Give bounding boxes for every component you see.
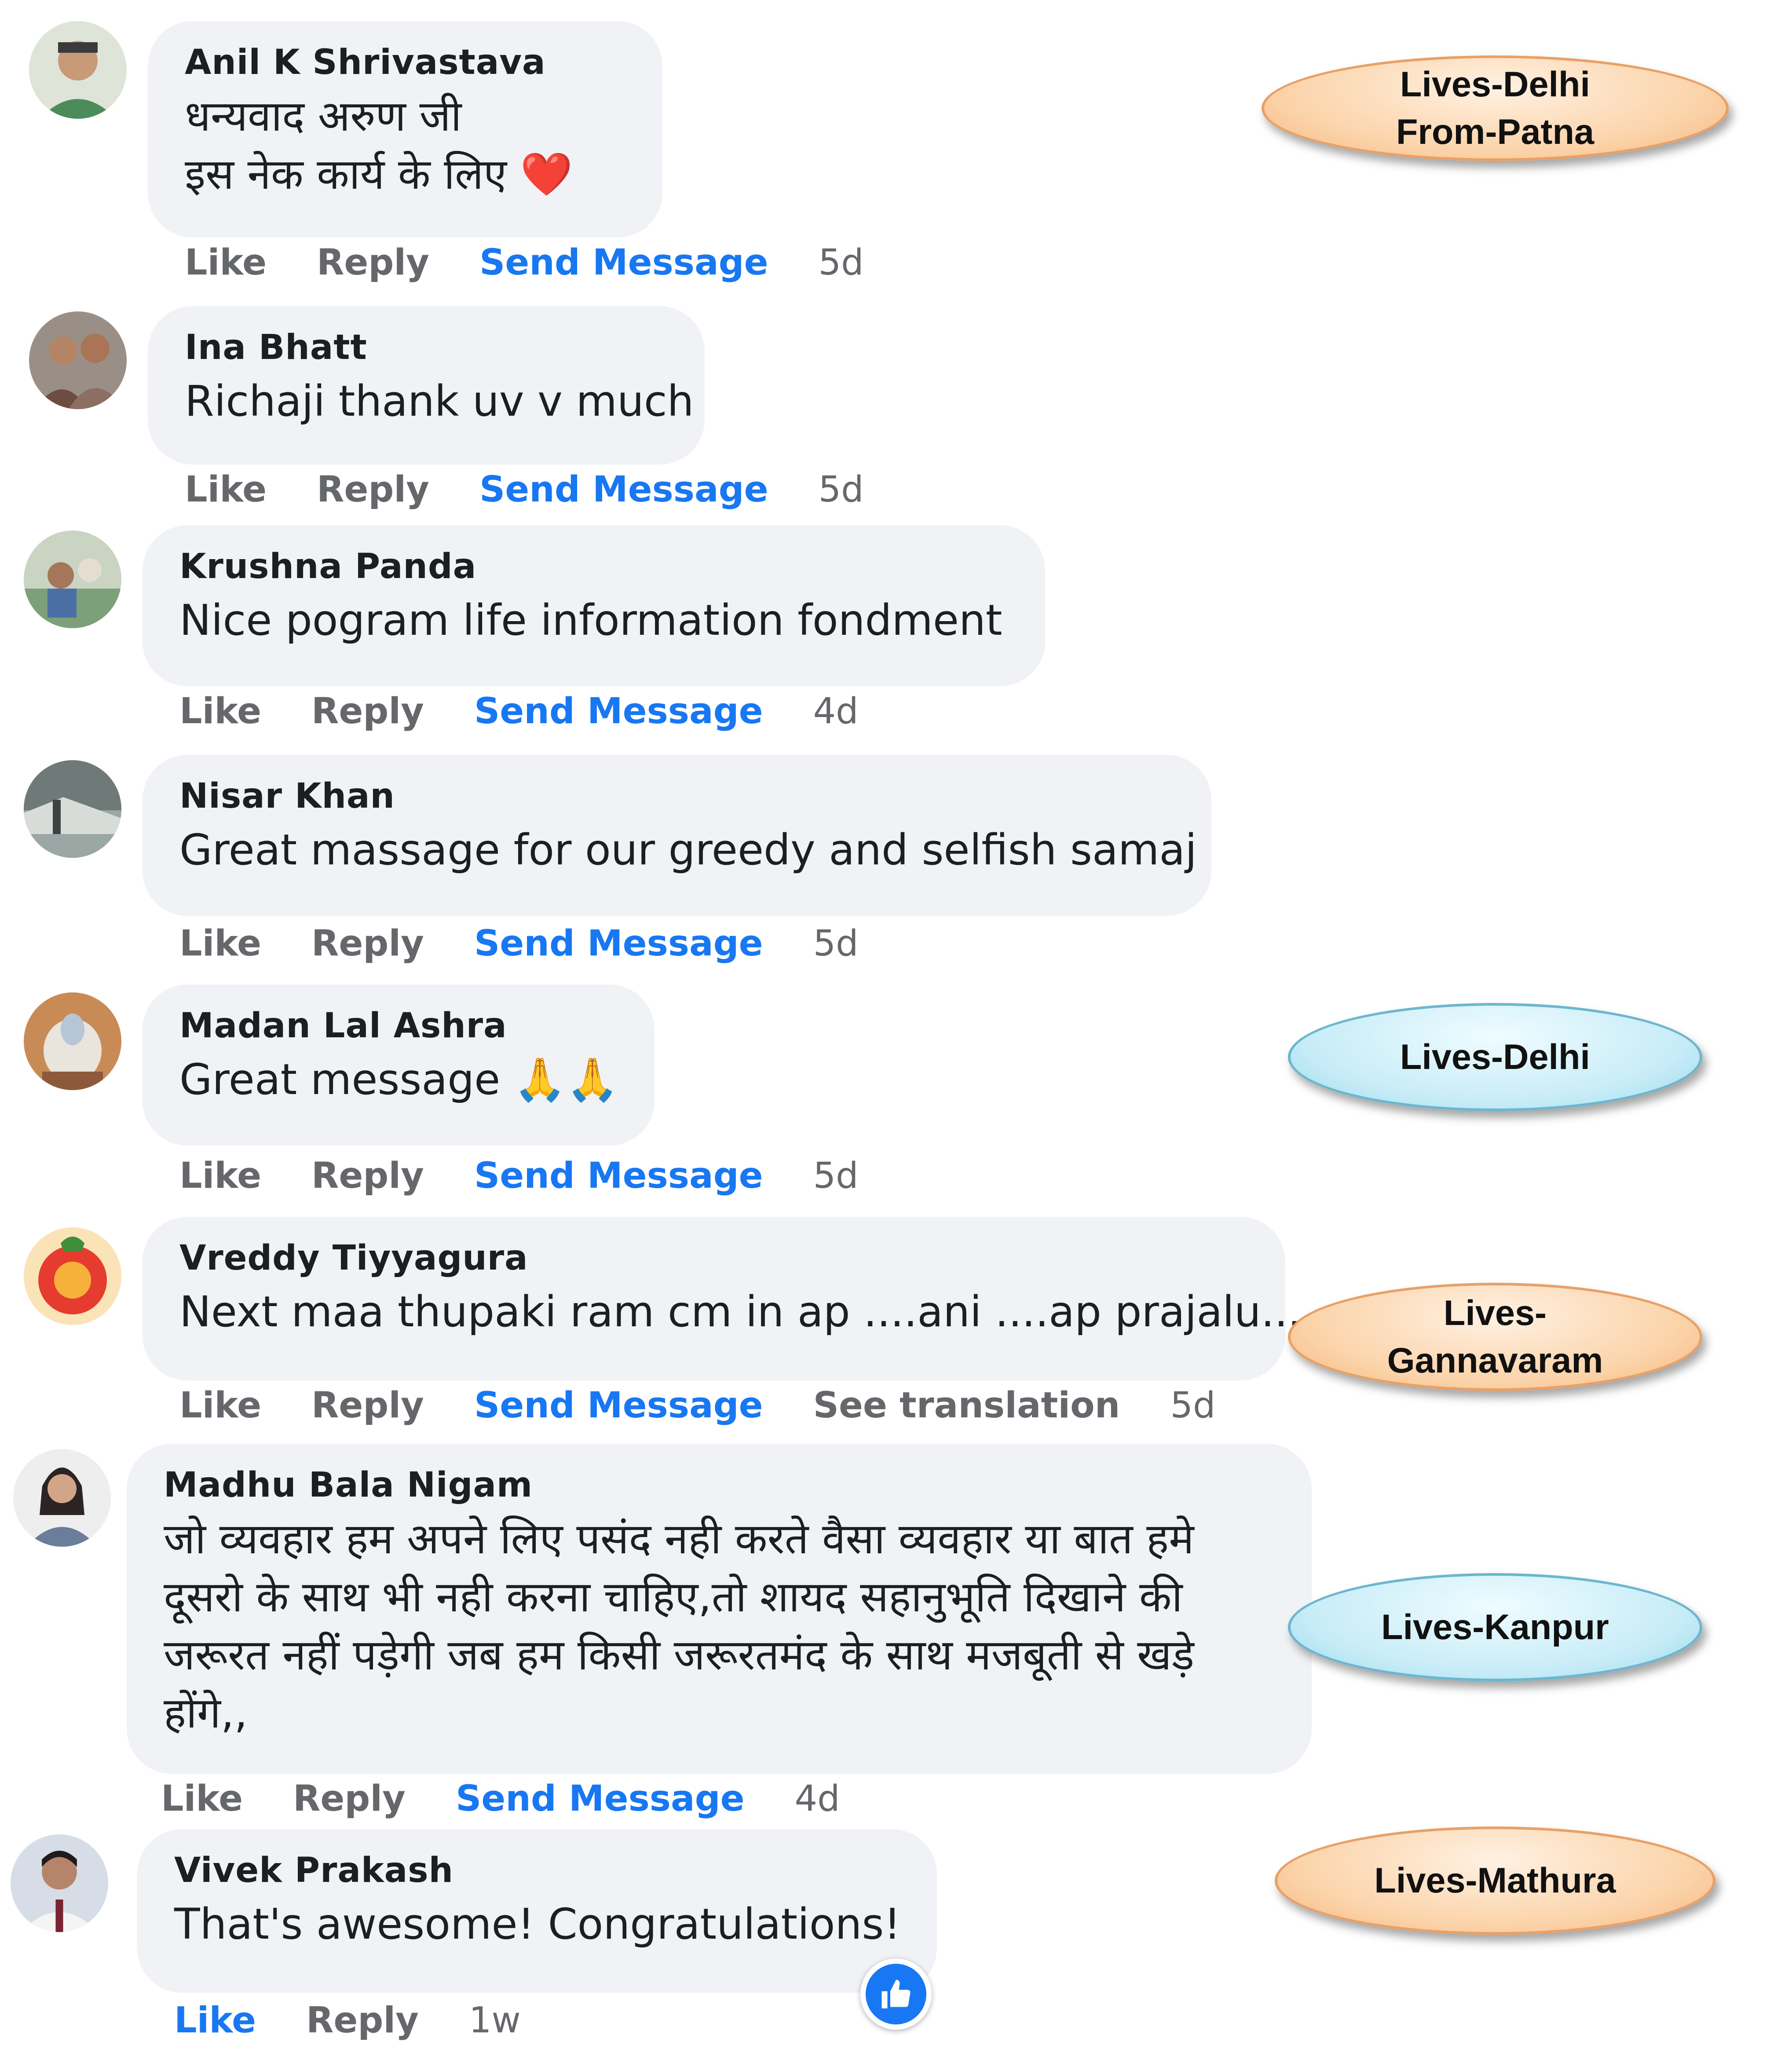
comment-bubble: Krushna Panda Nice pogram life informati…: [143, 525, 1045, 686]
reply-button[interactable]: Reply: [317, 243, 429, 284]
comment-author[interactable]: Ina Bhatt: [185, 325, 668, 372]
annotation-line: Lives-Delhi: [1400, 1037, 1591, 1077]
annotation-location-2: Lives-Delhi: [1288, 1003, 1702, 1111]
comment-bubble: Anil K Shrivastava धन्यवाद अरुण जी इस ने…: [148, 21, 662, 238]
comment-timestamp[interactable]: 5d: [819, 470, 864, 511]
comment-actions: Like Reply Send Message 4d: [179, 692, 859, 732]
annotation-location-1: Lives-Delhi From-Patna: [1262, 55, 1729, 161]
comment-author[interactable]: Vivek Prakash: [174, 1848, 900, 1895]
comment-author[interactable]: Madan Lal Ashra: [179, 1003, 618, 1050]
send-message-button[interactable]: Send Message: [474, 1156, 763, 1197]
avatar[interactable]: [24, 1227, 121, 1325]
annotation-line: Gannavaram: [1387, 1341, 1603, 1380]
comment-actions: Like Reply Send Message 5d: [185, 470, 864, 511]
comment-bubble: Madan Lal Ashra Great message 🙏🙏: [143, 985, 655, 1146]
comment-author[interactable]: Anil K Shrivastava: [185, 40, 625, 87]
reply-button[interactable]: Reply: [311, 692, 424, 732]
reply-button[interactable]: Reply: [311, 1386, 424, 1427]
like-button[interactable]: Like: [174, 2001, 256, 2042]
comment-text-line: Great message 🙏🙏: [179, 1054, 619, 1105]
comment-actions: Like Reply Send Message 5d: [179, 1156, 859, 1197]
annotation-line: Lives-Mathura: [1374, 1861, 1616, 1900]
avatar[interactable]: [29, 311, 127, 409]
comment-author[interactable]: Madhu Bala Nigam: [164, 1462, 1275, 1510]
reply-button[interactable]: Reply: [311, 924, 424, 965]
comment-text-line: इस नेक कार्य के लिए ❤️: [185, 149, 573, 199]
comment-text-line: Richaji thank uv v much: [185, 376, 694, 426]
avatar[interactable]: [13, 1449, 111, 1547]
annotation-line: Lives-Delhi: [1400, 65, 1591, 104]
annotation-location-5: Lives-Mathura: [1275, 1826, 1715, 1935]
avatar[interactable]: [11, 1834, 108, 1932]
comment-author[interactable]: Krushna Panda: [179, 544, 1008, 591]
like-button[interactable]: Like: [179, 1386, 261, 1427]
send-message-button[interactable]: Send Message: [456, 1779, 745, 1820]
annotation-line: From-Patna: [1396, 112, 1595, 152]
annotation-location-3: Lives- Gannavaram: [1288, 1283, 1702, 1391]
reply-button[interactable]: Reply: [311, 1156, 424, 1197]
like-button[interactable]: Like: [179, 692, 261, 732]
avatar[interactable]: [29, 21, 127, 119]
comment-bubble: Vreddy Tiyyagura Next maa thupaki ram cm…: [143, 1217, 1302, 1380]
comment-actions: Like Reply Send Message 4d: [161, 1779, 840, 1820]
see-translation-button[interactable]: See translation: [813, 1386, 1120, 1427]
like-button[interactable]: Like: [179, 1156, 261, 1197]
comment-timestamp[interactable]: 5d: [1170, 1386, 1215, 1427]
comment-timestamp[interactable]: 1w: [469, 2001, 521, 2042]
annotation-location-4: Lives-Kanpur: [1288, 1573, 1702, 1681]
comment-bubble: Madhu Bala Nigam जो व्यवहार हम अपने लिए …: [127, 1444, 1312, 1774]
comment-text-line: That's awesome! Congratulations!: [174, 1899, 901, 1949]
send-message-button[interactable]: Send Message: [474, 924, 763, 965]
comment-author[interactable]: Vreddy Tiyyagura: [179, 1235, 1248, 1283]
comment-bubble: Vivek Prakash That's awesome! Congratula…: [137, 1829, 937, 1993]
comment-timestamp[interactable]: 5d: [813, 1156, 859, 1197]
comment-actions: Like Reply Send Message 5d: [179, 924, 859, 965]
thumbs-up-icon: [881, 1980, 911, 2009]
comment-timestamp[interactable]: 5d: [813, 924, 859, 965]
avatar[interactable]: [24, 531, 121, 628]
comment-bubble: Nisar Khan Great massage for our greedy …: [143, 755, 1211, 916]
comment-timestamp[interactable]: 4d: [795, 1779, 840, 1820]
comment-text-line: धन्यवाद अरुण जी: [185, 91, 462, 141]
reply-button[interactable]: Reply: [293, 1779, 406, 1820]
reply-button[interactable]: Reply: [317, 470, 429, 511]
send-message-button[interactable]: Send Message: [479, 243, 768, 284]
reply-button[interactable]: Reply: [306, 2001, 419, 2042]
comment-thread: Anil K Shrivastava धन्यवाद अरुण जी इस ने…: [0, 0, 1792, 2068]
comment-text-line: Next maa thupaki ram cm in ap ....ani ..…: [179, 1287, 1302, 1337]
comment-author[interactable]: Nisar Khan: [179, 773, 1174, 821]
like-button[interactable]: Like: [185, 243, 267, 284]
comment-bubble: Ina Bhatt Richaji thank uv v much: [148, 306, 705, 465]
like-button[interactable]: Like: [161, 1779, 243, 1820]
comment-text-line: Great massage for our greedy and selfish…: [179, 825, 1197, 875]
send-message-button[interactable]: Send Message: [474, 692, 763, 732]
annotation-line: Lives-: [1443, 1293, 1547, 1333]
comment-actions: Like Reply Send Message 5d: [185, 243, 864, 284]
avatar[interactable]: [24, 992, 121, 1090]
comment-timestamp[interactable]: 4d: [813, 692, 859, 732]
comment-timestamp[interactable]: 5d: [819, 243, 864, 284]
annotation-line: Lives-Kanpur: [1381, 1607, 1609, 1647]
comment-actions: Like Reply 1w: [174, 2001, 521, 2042]
send-message-button[interactable]: Send Message: [474, 1386, 763, 1427]
comment-actions: Like Reply Send Message See translation …: [179, 1386, 1215, 1427]
like-reaction-badge[interactable]: [860, 1958, 932, 2030]
send-message-button[interactable]: Send Message: [479, 470, 768, 511]
avatar[interactable]: [24, 760, 121, 858]
comment-text-line: Nice pogram life information fondment: [179, 595, 1002, 645]
like-button[interactable]: Like: [179, 924, 261, 965]
comment-text: जो व्यवहार हम अपने लिए पसंद नही करते वैस…: [164, 1514, 1195, 1738]
like-button[interactable]: Like: [185, 470, 267, 511]
